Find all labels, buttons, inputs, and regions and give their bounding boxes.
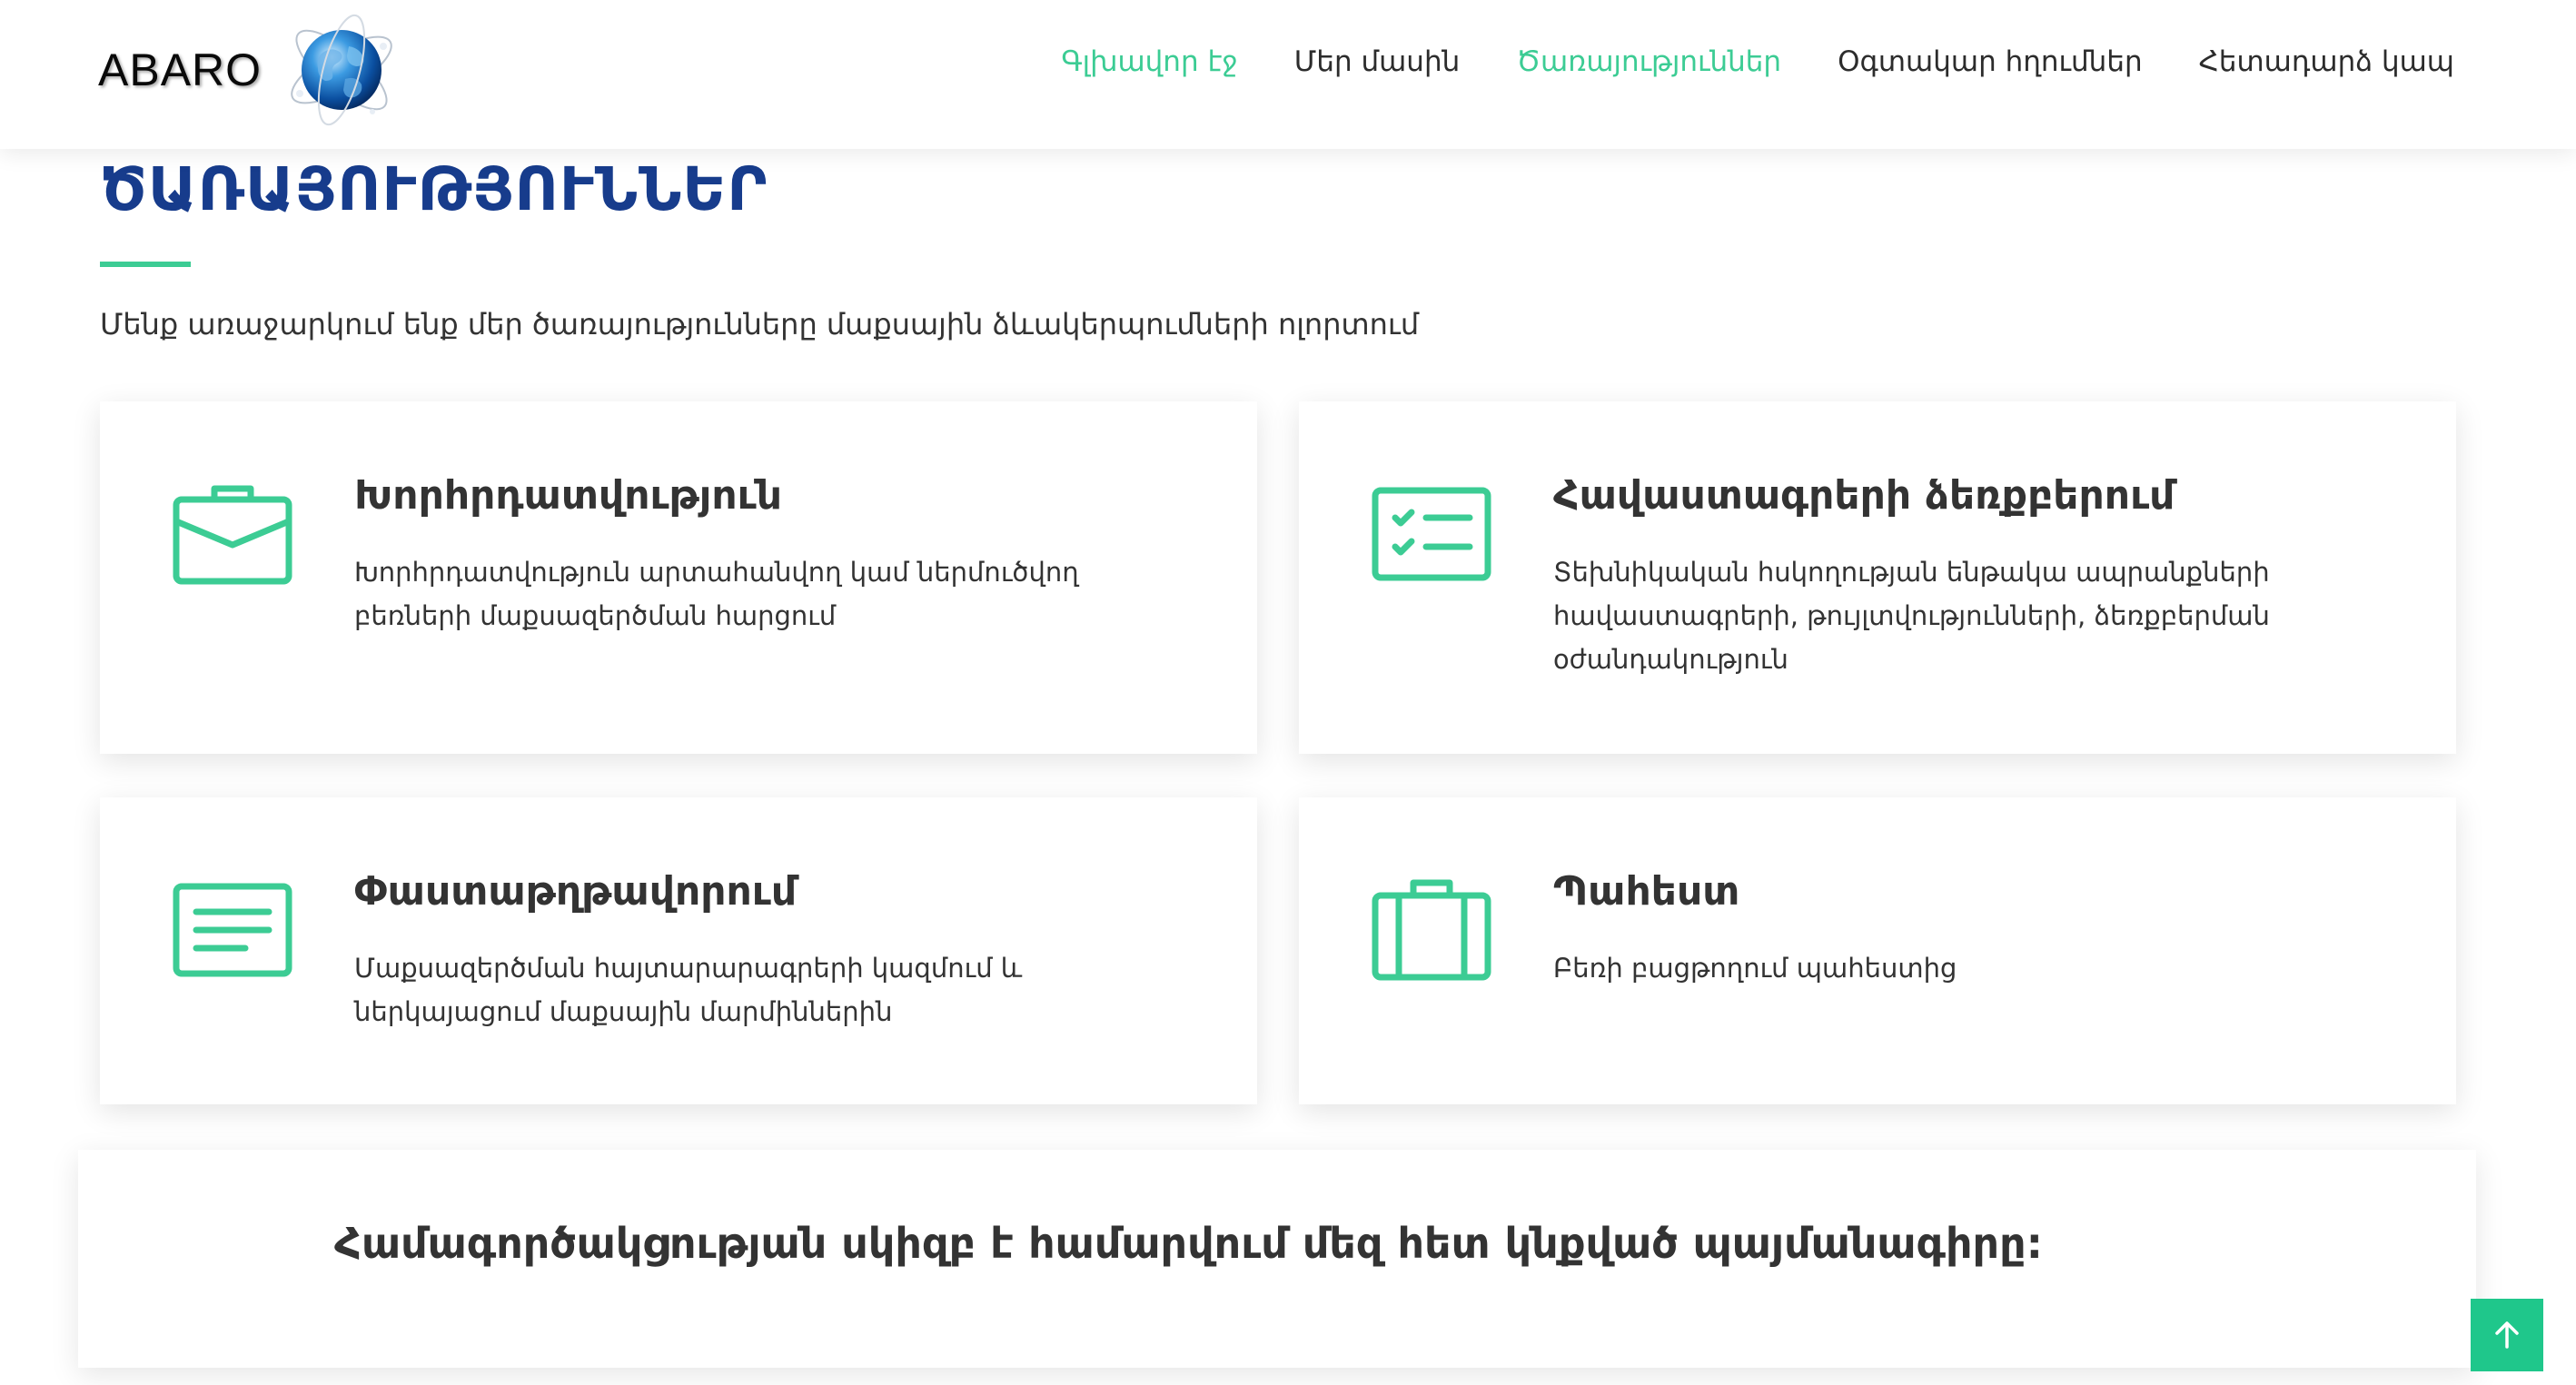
banner-text: Համագործակցության սկիզբ է համարվում մեզ …	[334, 1219, 2043, 1268]
service-description: Մաքսազերծման հայտարարագրերի կազմում և նե…	[354, 953, 1023, 1027]
contract-banner: Համագործակցության սկիզբ է համարվում մեզ …	[78, 1150, 2476, 1368]
document-icon	[173, 883, 292, 977]
logo-text: ABARO	[98, 45, 263, 95]
service-card-consulting: Խորհրդատվություն Խորհրդատվություն արտահա…	[100, 401, 1257, 754]
nav-link-contact[interactable]: Հետադարձ կապ	[2199, 45, 2454, 78]
section-title: ԾԱՌԱՅՈՒԹՅՈՒՆՆԵՐ	[100, 154, 768, 224]
service-title: Խորհրդատվություն	[354, 472, 783, 519]
arrow-up-icon	[2495, 1321, 2519, 1349]
site-header: ABARO Գլխավոր էջ Մեր մասին Ծառայությունն…	[0, 0, 2576, 149]
nav-link-useful-links[interactable]: Օգտակար հղումներ	[1838, 45, 2143, 78]
nav-item-contact: Հետադարձ կապ	[2199, 45, 2454, 78]
globe-logo-icon	[291, 14, 392, 126]
back-to-top-button[interactable]	[2471, 1299, 2543, 1371]
nav-link-about[interactable]: Մեր մասին	[1294, 45, 1460, 78]
checklist-icon	[1372, 487, 1491, 581]
service-card-certificates: Հավաստագրերի ձեռքբերում Տեխնիկական հսկող…	[1299, 401, 2456, 754]
logo-link[interactable]: ABARO	[98, 13, 401, 127]
nav-item-home: Գլխավոր էջ	[1061, 45, 1237, 78]
service-title: Պահեստ	[1553, 868, 1740, 915]
nav-item-useful-links: Օգտակար հղումներ	[1838, 45, 2143, 78]
main-nav: Գլխավոր էջ Մեր մասին Ծառայություններ Օգտ…	[1061, 45, 2454, 78]
nav-item-services: Ծառայություններ	[1516, 45, 1781, 78]
nav-link-services[interactable]: Ծառայություններ	[1516, 45, 1781, 78]
service-card-documentation: Փաստաթղթավորում Մաքսազերծման հայտարարագր…	[100, 797, 1257, 1104]
service-title: Փաստաթղթավորում	[354, 868, 798, 915]
service-description: Խորհրդատվություն արտահանվող կամ ներմուծվ…	[354, 557, 1079, 631]
service-description: Բեռի բացթողում պահեստից	[1553, 953, 1957, 984]
suitcase-icon	[1372, 879, 1491, 981]
nav-item-about: Մեր մասին	[1294, 45, 1460, 78]
title-underline	[100, 262, 191, 267]
service-title: Հավաստագրերի ձեռքբերում	[1553, 472, 2175, 519]
service-card-warehouse: Պահեստ Բեռի բացթողում պահեստից	[1299, 797, 2456, 1104]
section-intro: Մենք առաջարկում ենք մեր ծառայությունները…	[100, 307, 1420, 341]
service-description: Տեխնիկական հսկողության ենթակա ապրանքների…	[1553, 557, 2270, 675]
nav-link-home[interactable]: Գլխավոր էջ	[1061, 45, 1237, 78]
briefcase-icon	[173, 485, 292, 585]
